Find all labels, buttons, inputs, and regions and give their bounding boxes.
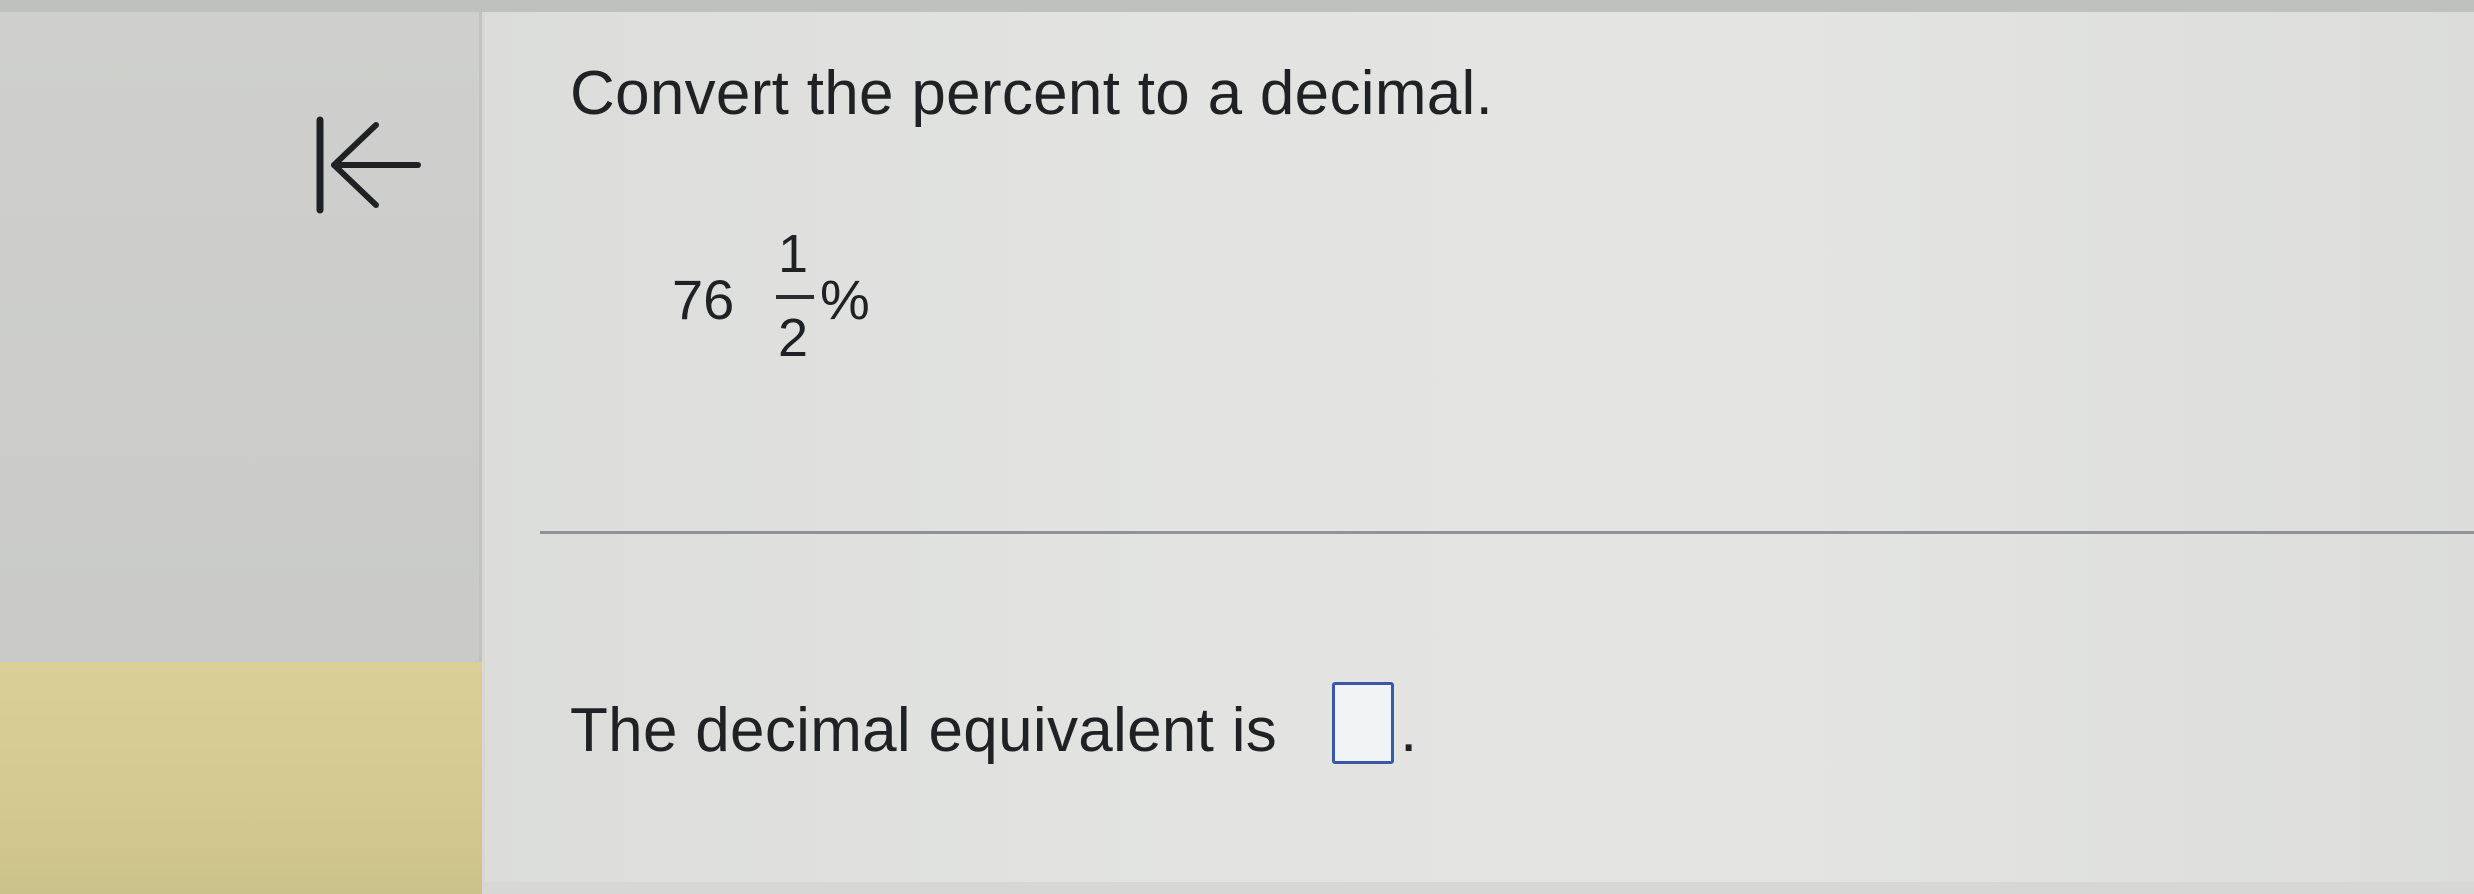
sidebar-highlight-panel	[0, 662, 482, 894]
collapse-left-arrow-icon	[316, 116, 421, 214]
collapse-back-button[interactable]	[300, 105, 430, 225]
percent-sign: %	[820, 268, 870, 331]
section-divider	[540, 531, 2474, 534]
fraction-bar	[776, 295, 814, 299]
fraction-denominator: 2	[777, 308, 809, 368]
expression-whole-number: 76	[672, 268, 735, 331]
mixed-number-percent: 76 1 2 %	[672, 215, 932, 385]
answer-period: .	[1400, 696, 1418, 765]
question-title: Convert the percent to a decimal.	[570, 59, 1494, 128]
top-strip	[0, 0, 2474, 12]
answer-input-box[interactable]	[1332, 682, 1394, 764]
fraction-numerator: 1	[777, 224, 809, 284]
answer-prompt: The decimal equivalent is	[570, 696, 1278, 765]
